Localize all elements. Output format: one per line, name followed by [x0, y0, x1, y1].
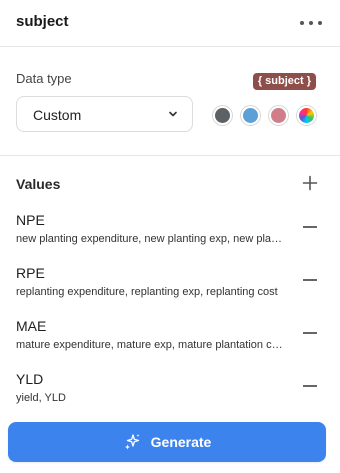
generate-button-label: Generate [150, 434, 212, 450]
divider [0, 155, 340, 156]
remove-value-minus-icon[interactable] [302, 385, 318, 387]
chevron-down-icon [169, 111, 177, 117]
add-value-plus-icon[interactable] [302, 175, 318, 191]
data-type-select[interactable]: Custom [16, 96, 193, 132]
color-swatch-pink[interactable] [269, 106, 288, 125]
color-swatches [213, 106, 323, 126]
value-row: YLD yield, YLD [0, 371, 340, 421]
color-swatch-gray[interactable] [213, 106, 232, 125]
value-name: NPE [16, 212, 45, 228]
divider [0, 46, 340, 47]
value-synonyms: yield, YLD [16, 392, 66, 404]
remove-value-minus-icon[interactable] [302, 279, 318, 281]
color-swatch-blue[interactable] [241, 106, 260, 125]
values-label: Values [16, 176, 61, 192]
value-name: MAE [16, 318, 47, 334]
value-name: YLD [16, 371, 44, 387]
value-synonyms: mature expenditure, mature exp, mature p… [16, 339, 284, 351]
color-swatch-rainbow[interactable] [297, 106, 316, 125]
value-name: RPE [16, 265, 45, 281]
data-type-selected-value: Custom [33, 107, 82, 123]
panel-header: subject [0, 0, 340, 46]
sparkle-icon [124, 434, 140, 450]
dot [318, 21, 322, 25]
data-type-label: Data type [16, 71, 72, 86]
subject-tag-badge: { subject } [252, 73, 316, 90]
panel-title: subject [16, 13, 69, 30]
dot [309, 21, 313, 25]
value-synonyms: replanting expenditure, replanting exp, … [16, 286, 278, 298]
generate-button[interactable]: Generate [8, 422, 326, 462]
remove-value-minus-icon[interactable] [302, 332, 318, 334]
remove-value-minus-icon[interactable] [302, 226, 318, 228]
value-row: NPE new planting expenditure, new planti… [0, 212, 340, 262]
dot [300, 21, 304, 25]
more-options-icon[interactable] [300, 14, 322, 32]
value-row: MAE mature expenditure, mature exp, matu… [0, 318, 340, 368]
value-synonyms: new planting expenditure, new planting e… [16, 233, 284, 245]
value-row: RPE replanting expenditure, replanting e… [0, 265, 340, 315]
